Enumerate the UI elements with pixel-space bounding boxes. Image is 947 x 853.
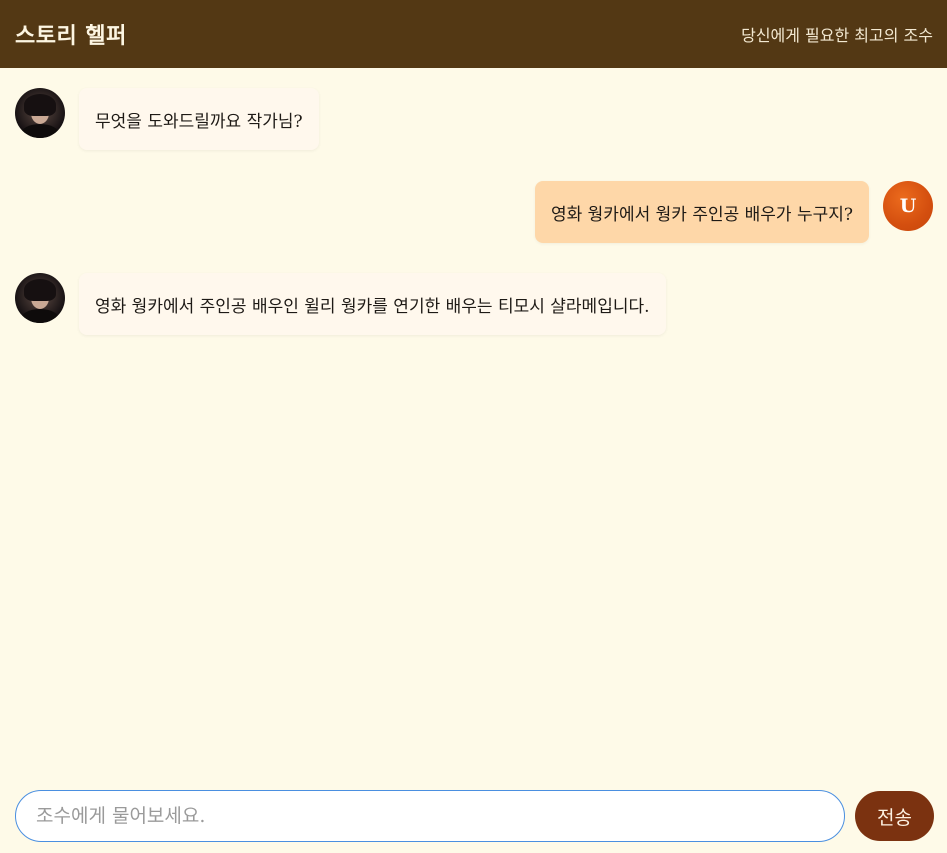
composer-bar: 전송 — [0, 778, 947, 853]
avatar-figure-hair — [24, 94, 56, 116]
bot-avatar — [15, 273, 65, 323]
app-header: 스토리 헬퍼 당신에게 필요한 최고의 조수 — [0, 0, 947, 68]
message-input[interactable] — [15, 790, 845, 842]
chat-app: 스토리 헬퍼 당신에게 필요한 최고의 조수 무엇을 도와드릴까요 작가님? 영… — [0, 0, 947, 853]
bot-avatar — [15, 88, 65, 138]
bot-message-bubble: 무엇을 도와드릴까요 작가님? — [79, 88, 319, 150]
app-subtitle: 당신에게 필요한 최고의 조수 — [741, 26, 933, 45]
bot-message-bubble: 영화 웡카에서 주인공 배우인 윌리 웡카를 연기한 배우는 티모시 샬라메입니… — [79, 273, 666, 335]
app-title: 스토리 헬퍼 — [15, 23, 127, 49]
avatar-figure-body — [21, 309, 59, 323]
user-message-bubble: 영화 웡카에서 웡카 주인공 배우가 누구지? — [534, 181, 869, 243]
user-avatar: U — [883, 181, 933, 231]
avatar-figure-hair — [24, 279, 56, 301]
send-button[interactable]: 전송 — [855, 791, 934, 841]
chat-history[interactable]: 무엇을 도와드릴까요 작가님? 영화 웡카에서 웡카 주인공 배우가 누구지? … — [0, 68, 947, 778]
avatar-figure-body — [21, 124, 59, 138]
